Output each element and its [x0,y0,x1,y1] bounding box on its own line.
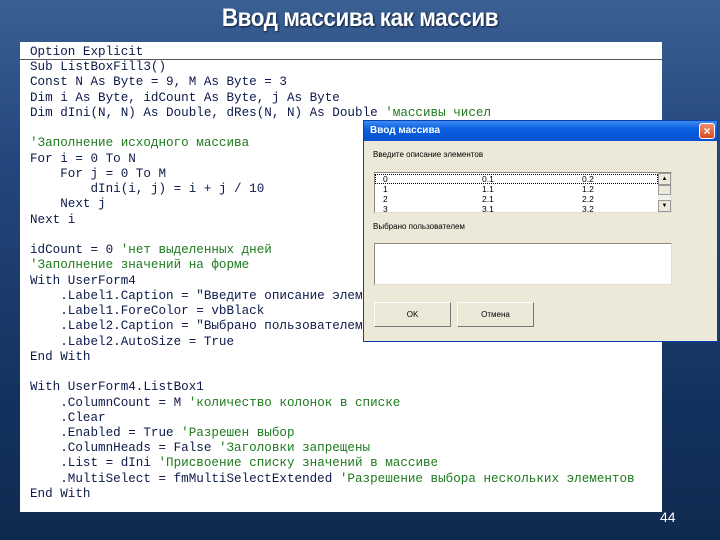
code-line: .Label2.Caption = "Выбрано пользователем [30,319,363,334]
scroll-down-icon[interactable]: ▼ [658,200,671,212]
code-line: Next j [30,197,106,212]
code-text: End With [30,349,91,364]
listbox-scrollbar[interactable]: ▲ ▼ [658,173,671,212]
array-listbox[interactable]: ▲ ▼ 0 0.1 0.2 1 1.1 1.2 2 2.1 2.2 3 3.1 3.2 [374,172,672,213]
code-line: .Label1.ForeColor = vbBlack [30,304,264,319]
code-text: .Label2.AutoSize = True [30,334,235,349]
page-number: 44 [660,509,676,525]
code-line: End With [30,487,90,502]
code-text: Dim i As Byte, idCount As Byte, j As Byt… [30,90,340,105]
code-line: idCount = 0 'нет выделенных дней [30,243,272,258]
code-comment: 'Разрешение выбора нескольких элементов [339,471,635,486]
code-line: Option Explicit [30,45,143,60]
code-line: Sub ListBoxFill3() [30,60,166,75]
listbox-cell: 0.1 [482,174,494,184]
listbox-cell: 2 [383,194,388,204]
selected-values-box[interactable] [374,243,672,285]
code-line: .MultiSelect = fmMultiSelectExtended 'Ра… [30,471,635,487]
code-comment: 'Разрешен выбор [181,426,295,440]
code-text: .Clear [30,410,106,425]
scroll-up-icon[interactable]: ▲ [658,173,671,185]
code-text: .Enabled = True [30,426,182,440]
code-line: End With [30,350,90,365]
code-text: .MultiSelect = fmMultiSelectExtended [30,471,340,486]
code-comment: 'количество колонок в списке [188,395,401,410]
code-text: Dim dIni(N, N) As Double, dRes(N, N) As … [30,105,386,120]
input-array-dialog: Ввод массива × Введите описание элементо… [363,120,718,342]
code-text: .ColumnCount = M [30,395,189,410]
code-text: End With [30,486,91,501]
code-comment: 'массивы чисел [385,105,492,120]
code-line: With UserForm4 [30,274,136,289]
code-line: For i = 0 To N [30,152,136,167]
listbox-cell: 1.1 [482,184,494,194]
close-icon[interactable]: × [699,123,715,139]
code-text: Next i [30,212,76,227]
listbox-cell: 0.2 [582,174,594,184]
listbox-cell: 0 [383,174,388,184]
listbox-cell: 3 [383,204,388,213]
code-line: Const N As Byte = 9, M As Byte = 3 [30,75,287,90]
code-text: .ColumnHeads = False [30,441,219,456]
code-text: For i = 0 To N [30,151,136,166]
code-text: .Label2.Caption = "Выбрано пользователем [30,319,363,334]
dialog-title: Ввод массива [370,125,441,136]
code-text: Sub ListBoxFill3() [30,60,167,75]
code-line: dIni(i, j) = i + j / 10 [30,182,264,197]
listbox-cell: 1.2 [582,184,594,194]
code-line: .Label1.Caption = "Введите описание элем [30,288,363,304]
listbox-cell: 3.1 [482,204,494,213]
code-line: Dim dIni(N, N) As Double, dRes(N, N) As … [30,106,491,121]
code-comment: 'Присвоение списку значений в массиве [158,456,439,471]
code-line: For j = 0 To M [30,167,166,182]
code-line: 'Заполнение исходного массива [30,136,249,151]
code-line: .ColumnHeads = False 'Заголовки запрещен… [30,441,370,456]
code-line: Next i [30,213,75,228]
code-text: .List = dIni [30,456,159,471]
scroll-thumb[interactable] [658,185,671,195]
slide-title: Ввод массива как массив [221,4,499,32]
code-comment: 'Заполнение значений на форме [30,258,250,273]
ok-button[interactable]: OK [374,302,451,327]
code-text: .Label1.ForeColor = vbBlack [30,304,265,319]
listbox-row[interactable]: 2 2.1 2.2 [375,194,658,204]
code-text: Const N As Byte = 9, M As Byte = 3 [30,75,287,90]
dialog-titlebar[interactable]: Ввод массива × [364,121,717,141]
code-line: With UserForm4.ListBox1 [30,380,204,395]
code-line: .List = dIni 'Присвоение списку значений… [30,456,438,471]
code-comment: 'нет выделенных дней [120,243,272,258]
code-text: For j = 0 To M [30,166,167,181]
code-line: .ColumnCount = M 'количество колонок в с… [30,396,400,411]
code-text: With UserForm4 [30,273,136,288]
listbox-cell: 2.2 [582,194,594,204]
code-text: With UserForm4.ListBox1 [30,380,204,395]
label-selected-by-user: Выбрано пользователем [373,222,465,231]
code-line: .Enabled = True 'Разрешен выбор [30,426,295,441]
cancel-button[interactable]: Отмена [457,302,534,327]
code-line: .Clear [30,410,106,426]
label-enter-description: Введите описание элементов [373,150,484,159]
listbox-cell: 2.1 [482,194,494,204]
code-text: dIni(i, j) = i + j / 10 [30,182,265,197]
code-text: Option Explicit [30,45,144,59]
code-comment: 'Заполнение исходного массива [30,136,250,151]
listbox-cell: 3.2 [582,204,594,213]
code-line: Dim i As Byte, idCount As Byte, j As Byt… [30,91,340,106]
code-comment: 'Заголовки запрещены [218,441,371,456]
listbox-cell: 1 [383,184,388,194]
listbox-row[interactable]: 3 3.1 3.2 [375,204,658,213]
code-text: idCount = 0 [30,243,121,258]
code-text: Next j [30,197,106,212]
code-line: 'Заполнение значений на форме [30,258,249,273]
code-text: .Label1.Caption = "Введите описание элем [30,288,363,303]
code-line: .Label2.AutoSize = True [30,335,234,350]
listbox-row[interactable]: 1 1.1 1.2 [375,184,658,194]
listbox-row[interactable]: 0 0.1 0.2 [375,174,658,184]
